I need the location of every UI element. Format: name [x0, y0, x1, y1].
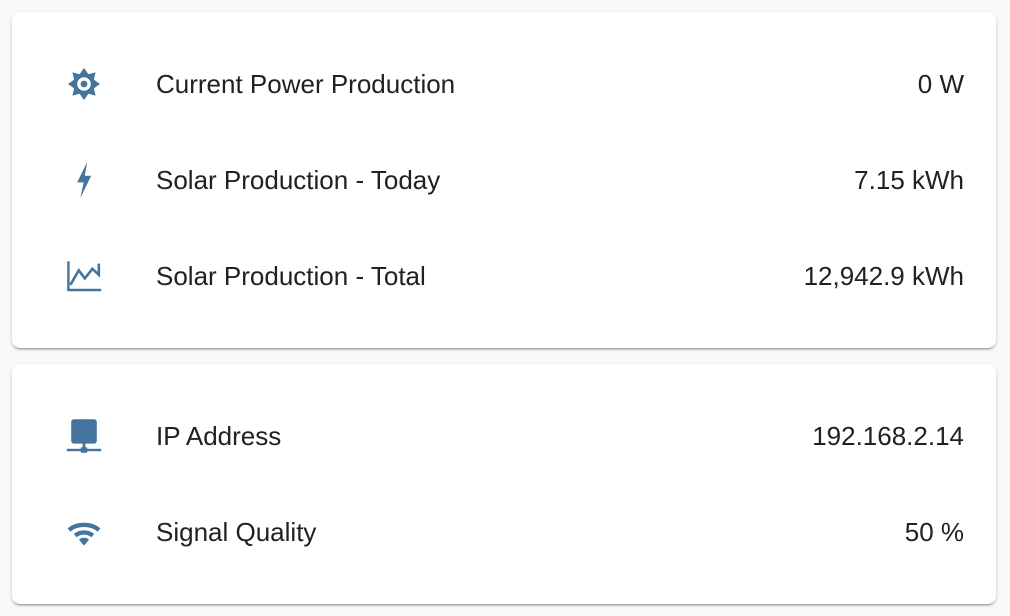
entity-row-current-power[interactable]: Current Power Production 0 W — [12, 36, 996, 132]
network-icon — [60, 412, 108, 460]
chart-line-icon — [60, 252, 108, 300]
flash-icon — [60, 156, 108, 204]
entity-row-signal-quality[interactable]: Signal Quality 50 % — [12, 484, 996, 580]
entity-row-solar-total[interactable]: Solar Production - Total 12,942.9 kWh — [12, 228, 996, 324]
entity-name: Signal Quality — [156, 517, 317, 547]
white-balance-sunny-icon — [60, 60, 108, 108]
entity-row-solar-today[interactable]: Solar Production - Today 7.15 kWh — [12, 132, 996, 228]
entity-name: Solar Production - Total — [156, 261, 426, 291]
wifi-icon — [60, 508, 108, 556]
entity-name: IP Address — [156, 421, 282, 451]
entity-name: Current Power Production — [156, 69, 456, 99]
entity-state: 0 W — [917, 69, 964, 99]
entity-name: Solar Production - Today — [156, 165, 441, 195]
solar-card: Current Power Production 0 W Solar Produ… — [12, 12, 996, 348]
entity-state: 12,942.9 kWh — [803, 261, 964, 291]
entity-row-ip-address[interactable]: IP Address 192.168.2.14 — [12, 388, 996, 484]
entity-state: 192.168.2.14 — [812, 421, 964, 451]
network-card: IP Address 192.168.2.14 Signal Quality 5… — [12, 364, 996, 604]
entity-state: 7.15 kWh — [854, 165, 964, 195]
entity-state: 50 % — [904, 517, 964, 547]
